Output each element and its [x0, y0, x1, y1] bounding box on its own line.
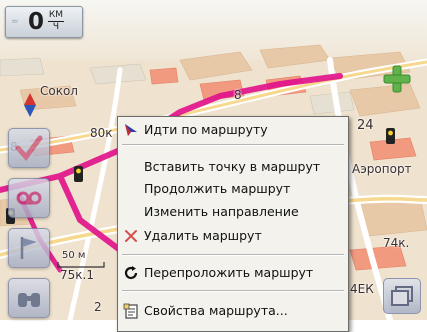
- flag-icon: [20, 237, 37, 259]
- speed-unit-bottom: Ч: [52, 22, 60, 32]
- map-label-airport: Аэропорт: [352, 162, 412, 176]
- menu-separator: [122, 144, 344, 146]
- map-label-number: 8: [234, 88, 242, 102]
- map-label-74: 74к.: [383, 236, 410, 250]
- menu-item-reverse-direction[interactable]: Изменить направление: [118, 201, 348, 223]
- properties-icon: [123, 303, 138, 319]
- refresh-icon: [124, 266, 138, 280]
- menu-separator: [122, 290, 344, 292]
- menu-item-route-properties[interactable]: Свойства маршрута...: [118, 300, 348, 322]
- menu-item-label: Удалить маршрут: [144, 228, 262, 243]
- speed-value: 0: [28, 9, 45, 35]
- menu-item-label: Вставить точку в маршрут: [144, 159, 321, 174]
- menu-item-continue-route[interactable]: Продолжить маршрут: [118, 178, 348, 200]
- menu-item-follow-route[interactable]: Идти по маршруту: [118, 119, 348, 141]
- route-check-button[interactable]: [8, 128, 50, 168]
- scale-label: 50 м: [62, 250, 86, 261]
- menu-item-label: Перепроложить маршрут: [144, 265, 314, 280]
- map-label-road: 80к: [90, 126, 113, 140]
- binoculars-icon: [18, 293, 40, 307]
- tape-icon: [16, 191, 42, 205]
- menu-item-label: Идти по маршруту: [144, 122, 268, 137]
- search-button[interactable]: [8, 278, 50, 318]
- flag-button[interactable]: [8, 228, 50, 268]
- delete-x-icon: [125, 230, 137, 242]
- record-button[interactable]: [8, 178, 50, 218]
- layers-button[interactable]: [383, 278, 421, 314]
- route-context-menu: Идти по маршруту Вставить точку в маршру…: [117, 116, 349, 332]
- menu-separator: [122, 254, 344, 256]
- speed-indicator[interactable]: ≈ 0 КМ Ч: [5, 6, 83, 38]
- menu-item-label: Изменить направление: [144, 204, 299, 219]
- map-label-sokol: Сокол: [40, 84, 78, 98]
- speed-icon: ≈: [11, 17, 19, 27]
- map-label-2b: 2: [94, 300, 102, 314]
- menu-item-label: Свойства маршрута...: [144, 303, 288, 318]
- speed-unit-top: КМ: [48, 10, 64, 20]
- navigate-arrow-icon: [125, 124, 137, 136]
- menu-item-delete-route[interactable]: Удалить маршрут: [118, 225, 348, 247]
- menu-item-insert-point[interactable]: Вставить точку в маршрут: [118, 156, 348, 178]
- menu-item-reroute[interactable]: Перепроложить маршрут: [118, 262, 348, 284]
- menu-item-label: Продолжить маршрут: [144, 181, 291, 196]
- speed-unit: КМ Ч: [48, 11, 64, 32]
- layers-icon: [391, 286, 413, 306]
- map-label-75: 75к.1: [60, 268, 94, 282]
- map-label-24: 24: [357, 118, 374, 133]
- map-label-4ek: 4ЕК: [350, 282, 374, 296]
- checkmark-icon: [15, 135, 43, 161]
